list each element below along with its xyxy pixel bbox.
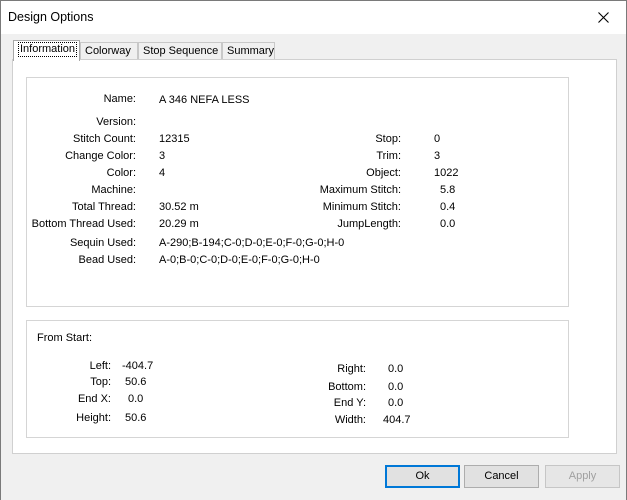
- end-x-label: End X:: [77, 393, 111, 405]
- height-value: 50.6: [125, 412, 147, 424]
- right-label: Right:: [337, 363, 366, 375]
- stitch-count-label: Stitch Count:: [73, 133, 136, 145]
- object-label: Object:: [366, 167, 401, 179]
- minimum-stitch-label: Minimum Stitch:: [322, 201, 401, 213]
- top-label: Top:: [90, 376, 111, 388]
- trim-label: Trim:: [376, 150, 401, 162]
- color-value: 4: [159, 167, 166, 179]
- jump-length-value: 0.0: [440, 218, 456, 230]
- bottom-thread-value: 20.29 m: [159, 218, 199, 230]
- object-value: 1022: [434, 167, 459, 179]
- tab-stop-sequence[interactable]: Stop Sequence: [138, 42, 222, 60]
- name-value: A 346 NEFA LESS: [159, 94, 250, 106]
- total-thread-value: 30.52 m: [159, 201, 199, 213]
- maximum-stitch-value: 5.8: [440, 184, 456, 196]
- trim-value: 3: [434, 150, 441, 162]
- machine-label: Machine:: [91, 184, 136, 196]
- height-label: Height:: [76, 412, 111, 424]
- ok-button[interactable]: Ok: [385, 465, 460, 488]
- information-tab-page: Name: A 346 NEFA LESS Version: Stitch Co…: [12, 59, 617, 454]
- window-title: Design Options: [8, 10, 94, 24]
- left-label: Left:: [89, 360, 111, 372]
- tab-colorway-label: Colorway: [85, 45, 131, 57]
- width-value: 404.7: [383, 414, 411, 426]
- width-label: Width:: [334, 414, 366, 426]
- tab-stop-sequence-label: Stop Sequence: [143, 45, 219, 57]
- tab-summary[interactable]: Summary: [222, 42, 275, 60]
- apply-button[interactable]: Apply: [545, 465, 620, 488]
- close-icon: [597, 12, 609, 23]
- left-value: -404.7: [122, 360, 154, 372]
- end-y-label: End Y:: [333, 397, 366, 409]
- bottom-label: Bottom:: [328, 381, 366, 393]
- bottom-thread-label: Bottom Thread Used:: [31, 218, 136, 230]
- tab-information-label: Information: [18, 42, 78, 57]
- jump-length-label: JumpLength:: [337, 218, 401, 230]
- button-bar: Ok Cancel Apply: [1, 457, 626, 500]
- design-info-group: Name: A 346 NEFA LESS Version: Stitch Co…: [26, 77, 569, 307]
- from-start-heading: From Start:: [37, 332, 93, 344]
- total-thread-label: Total Thread:: [71, 201, 136, 213]
- cancel-button[interactable]: Cancel: [464, 465, 539, 488]
- end-x-value: 0.0: [128, 393, 144, 405]
- version-label: Version:: [96, 116, 136, 128]
- tab-information[interactable]: Information: [13, 40, 80, 61]
- color-label: Color:: [106, 167, 136, 179]
- top-value: 50.6: [125, 376, 147, 388]
- bead-used-value: A-0;B-0;C-0;D-0;E-0;F-0;G-0;H-0: [159, 254, 320, 266]
- design-options-dialog: Design Options Information Colorway Stop…: [0, 0, 627, 500]
- change-color-label: Change Color:: [65, 150, 136, 162]
- stop-label: Stop:: [375, 133, 401, 145]
- minimum-stitch-value: 0.4: [440, 201, 456, 213]
- change-color-value: 3: [159, 150, 166, 162]
- stop-value: 0: [434, 133, 441, 145]
- title-bar: Design Options: [1, 1, 626, 34]
- from-start-group: From Start: Left: -404.7 Top: 50.6 End X…: [26, 320, 569, 438]
- tab-summary-label: Summary: [227, 45, 275, 57]
- sequin-used-value: A-290;B-194;C-0;D-0;E-0;F-0;G-0;H-0: [159, 237, 345, 249]
- bead-used-label: Bead Used:: [78, 254, 136, 266]
- stitch-count-value: 12315: [159, 133, 190, 145]
- tab-colorway[interactable]: Colorway: [80, 42, 138, 60]
- name-label: Name:: [103, 93, 136, 105]
- right-value: 0.0: [388, 363, 404, 375]
- close-button[interactable]: [580, 1, 626, 34]
- bottom-value: 0.0: [388, 381, 404, 393]
- end-y-value: 0.0: [388, 397, 404, 409]
- maximum-stitch-label: Maximum Stitch:: [319, 184, 401, 196]
- sequin-used-label: Sequin Used:: [69, 237, 136, 249]
